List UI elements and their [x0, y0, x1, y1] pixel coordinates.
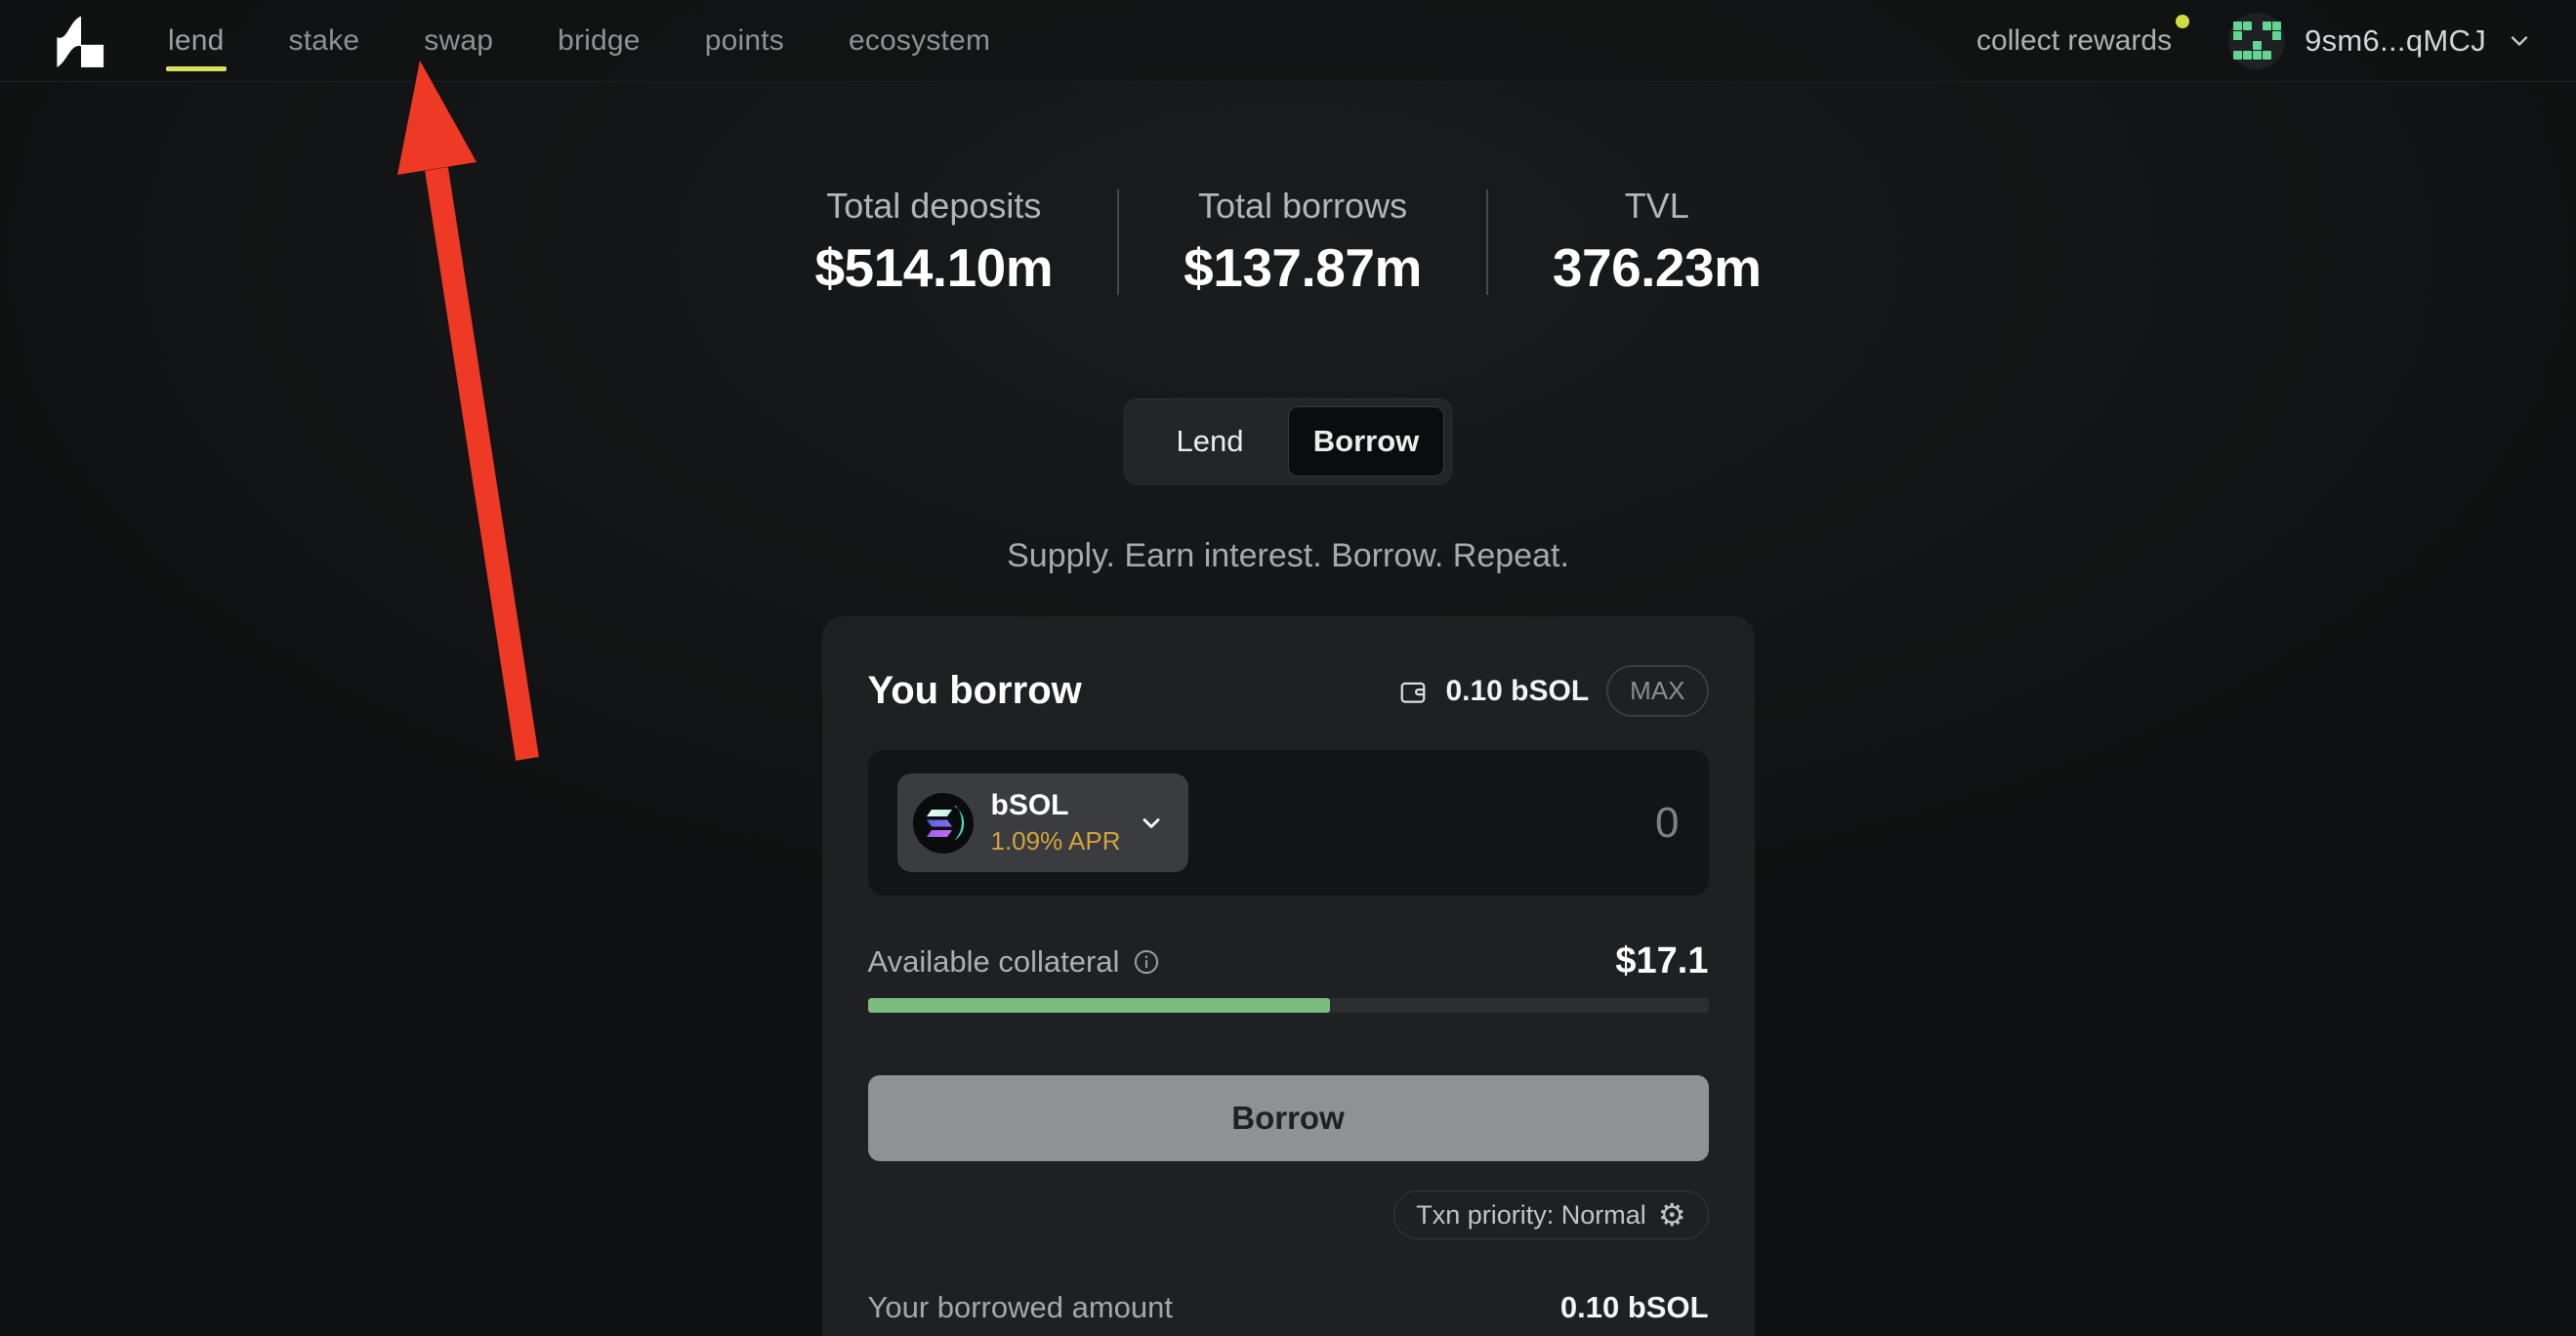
collect-rewards-label: collect rewards [1976, 24, 2172, 57]
chevron-down-icon [2506, 27, 2533, 55]
nav-link-lend[interactable]: lend [166, 19, 227, 63]
rewards-notification-dot [2176, 15, 2189, 28]
nav-link-swap[interactable]: swap [422, 19, 495, 63]
token-select-button[interactable]: bSOL 1.09% APR [897, 773, 1189, 872]
tab-borrow[interactable]: Borrow [1288, 406, 1444, 477]
wallet-icon [1398, 677, 1428, 706]
tab-lend[interactable]: Lend [1132, 406, 1288, 477]
stat-total-borrows: Total borrows $137.87m [1119, 186, 1486, 299]
nav-link-points[interactable]: points [703, 19, 786, 63]
stat-label: Total borrows [1184, 186, 1422, 227]
stat-value: $137.87m [1184, 236, 1422, 299]
bsol-token-icon [913, 793, 974, 854]
collateral-progress-track [868, 998, 1709, 1013]
stat-total-deposits: Total deposits $514.10m [750, 186, 1117, 299]
gear-icon: ⚙ [1658, 1199, 1686, 1231]
marginfi-logo-icon [43, 12, 119, 70]
chevron-down-icon [1138, 810, 1165, 837]
borrow-button[interactable]: Borrow [868, 1075, 1709, 1161]
stat-tvl: TVL 376.23m [1488, 186, 1826, 299]
info-icon[interactable] [1133, 948, 1160, 976]
wallet-balance-group: 0.10 bSOL MAX [1398, 665, 1708, 717]
stat-label: TVL [1553, 186, 1762, 227]
borrow-amount-input[interactable] [1387, 799, 1680, 848]
borrowed-amount-value: 0.10 bSOL [1560, 1290, 1709, 1325]
global-stats: Total deposits $514.10m Total borrows $1… [0, 186, 2576, 299]
navbar-right: collect rewards 9sm6...qMCJ [1976, 13, 2533, 69]
available-collateral-value: $17.1 [1615, 940, 1708, 982]
wallet-menu-button[interactable]: 9sm6...qMCJ [2228, 13, 2533, 69]
primary-nav: lend stake swap bridge points ecosystem [166, 19, 992, 63]
wallet-avatar [2228, 13, 2285, 69]
stat-label: Total deposits [814, 186, 1053, 227]
wallet-identicon [2233, 21, 2281, 60]
top-navbar: lend stake swap bridge points ecosystem … [0, 0, 2576, 82]
card-title: You borrow [868, 669, 1082, 713]
borrowed-amount-label: Your borrowed amount [868, 1290, 1174, 1325]
token-texts: bSOL 1.09% APR [991, 789, 1121, 856]
stat-value: 376.23m [1553, 236, 1762, 299]
stat-value: $514.10m [814, 236, 1053, 299]
collect-rewards-button[interactable]: collect rewards [1976, 24, 2185, 58]
marginfi-logo[interactable] [43, 12, 119, 70]
borrowed-amount-row: Your borrowed amount 0.10 bSOL [868, 1290, 1709, 1325]
wallet-address: 9sm6...qMCJ [2305, 23, 2486, 59]
max-button[interactable]: MAX [1606, 665, 1708, 717]
nav-link-stake[interactable]: stake [287, 19, 362, 63]
borrow-card: You borrow 0.10 bSOL MAX [822, 616, 1755, 1336]
nav-link-bridge[interactable]: bridge [556, 19, 643, 63]
collateral-progress-fill [868, 998, 1331, 1013]
wallet-balance: 0.10 bSOL [1445, 675, 1589, 708]
token-symbol: bSOL [991, 789, 1121, 822]
available-collateral-label: Available collateral [868, 944, 1120, 980]
nav-link-ecosystem[interactable]: ecosystem [847, 19, 992, 63]
lend-borrow-tabs: Lend Borrow [1124, 398, 1452, 484]
txn-priority-button[interactable]: Txn priority: Normal ⚙ [1393, 1190, 1708, 1239]
txn-priority-label: Txn priority: Normal [1416, 1200, 1646, 1231]
page-subtitle: Supply. Earn interest. Borrow. Repeat. [0, 537, 2576, 575]
token-apr: 1.09% APR [991, 826, 1121, 856]
borrow-amount-box: bSOL 1.09% APR [868, 750, 1709, 896]
